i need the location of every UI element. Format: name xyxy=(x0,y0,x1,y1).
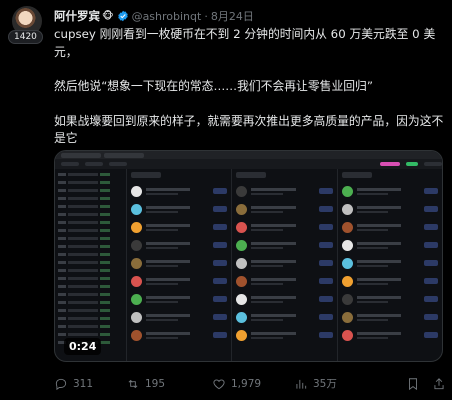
like-button[interactable]: 1,979 xyxy=(212,377,294,391)
tweet-paragraph-1: cupsey 刚刚看到一枚硬币在不到 2 分钟的时间内从 60 万美元跌至 0 … xyxy=(54,27,436,59)
video-list-row xyxy=(58,300,123,305)
tweet-header: 阿什罗宾 🐵 @ashrobinqt · 8月24日 xyxy=(54,8,254,24)
video-app-bar xyxy=(55,159,442,169)
video-feed-item xyxy=(236,328,333,342)
video-feed-column-3 xyxy=(338,169,442,361)
video-list-row xyxy=(58,172,123,177)
video-feed-item xyxy=(131,310,228,324)
video-list-row xyxy=(58,308,123,313)
like-count: 1,979 xyxy=(231,377,262,390)
video-feed-column-2 xyxy=(232,169,338,361)
video-browser-bar xyxy=(55,151,442,159)
tweet-paragraph-3: 如果战壕要回到原来的样子，就需要再次推出更多高质量的产品，因为这不是它 xyxy=(54,113,444,146)
video-feed-item xyxy=(236,220,333,234)
video-list-row xyxy=(58,284,123,289)
share-button[interactable] xyxy=(432,377,446,391)
verified-icon xyxy=(117,10,128,22)
video-list-row xyxy=(58,228,123,233)
view-count: 35万 xyxy=(313,378,337,390)
video-feed-item xyxy=(341,238,438,252)
video-list-row xyxy=(58,260,123,265)
video-feed-item xyxy=(236,256,333,270)
video-feed-item xyxy=(341,274,438,288)
video-feed-item xyxy=(131,220,228,234)
timestamp[interactable]: 8月24日 xyxy=(211,8,254,24)
share-icon xyxy=(434,377,444,389)
video-feed-item xyxy=(341,328,438,342)
video-list-column xyxy=(55,169,127,361)
video-feed-item xyxy=(131,184,228,198)
video-feed-item xyxy=(131,256,228,270)
video-list-row xyxy=(58,196,123,201)
video-feed-item xyxy=(341,220,438,234)
reply-count: 311 xyxy=(73,377,94,390)
video-feed-item xyxy=(131,238,228,252)
video-feed-item xyxy=(131,328,228,342)
video-feed-item xyxy=(236,184,333,198)
video-list-row xyxy=(58,292,123,297)
video-feed-item xyxy=(341,202,438,216)
video-list-row xyxy=(58,212,123,217)
views-icon xyxy=(296,379,307,389)
video-feed-item xyxy=(341,292,438,306)
video-list-row xyxy=(58,324,123,329)
video-frame xyxy=(55,169,442,361)
retweet-count: 195 xyxy=(145,377,166,390)
video-feed-item xyxy=(341,310,438,324)
video-player[interactable]: 0:24 xyxy=(54,150,443,362)
monkey-emoji-icon: 🐵 xyxy=(102,10,114,22)
separator-dot: · xyxy=(204,9,208,23)
video-feed-item xyxy=(236,274,333,288)
tweet-paragraph-2: 然后他说“想象一下现在的常态……我们不会再让零售业回归” xyxy=(54,79,373,93)
video-list-row xyxy=(58,316,123,321)
handle[interactable]: @ashrobinqt xyxy=(132,10,202,23)
video-duration: 0:24 xyxy=(64,338,102,355)
video-feed-item xyxy=(341,184,438,198)
video-list-row xyxy=(58,252,123,257)
video-feed-item xyxy=(236,310,333,324)
video-feed-item xyxy=(131,274,228,288)
right-actions xyxy=(406,377,446,391)
video-feed-item xyxy=(131,202,228,216)
tweet-text: cupsey 刚刚看到一枚硬币在不到 2 分钟的时间内从 60 万美元跌至 0 … xyxy=(54,26,444,165)
video-list-row xyxy=(58,236,123,241)
video-list-row xyxy=(58,188,123,193)
video-feed-item xyxy=(236,292,333,306)
video-list-row xyxy=(58,220,123,225)
video-list-row xyxy=(58,244,123,249)
avatar-wrap[interactable]: 1420 xyxy=(8,4,46,44)
views-button[interactable]: 35万 xyxy=(294,376,376,391)
video-feed-item xyxy=(131,292,228,306)
video-list-row xyxy=(58,204,123,209)
video-feed-column-1 xyxy=(127,169,233,361)
reply-button[interactable]: 311 xyxy=(54,377,126,391)
video-list-row xyxy=(58,268,123,273)
video-feed-item xyxy=(236,238,333,252)
bookmark-button[interactable] xyxy=(406,377,420,391)
action-bar: 311 195 1,979 35万 xyxy=(54,376,446,391)
display-name[interactable]: 阿什罗宾 xyxy=(54,8,100,24)
like-icon xyxy=(213,378,225,389)
video-list-row xyxy=(58,332,123,337)
video-feed-item xyxy=(341,256,438,270)
video-list-row xyxy=(58,180,123,185)
retweet-icon xyxy=(128,379,138,388)
retweet-button[interactable]: 195 xyxy=(126,377,212,391)
video-feed-item xyxy=(236,202,333,216)
video-list-row xyxy=(58,276,123,281)
reply-icon xyxy=(55,378,67,390)
bookmark-icon xyxy=(409,377,417,390)
avatar-badge-count: 1420 xyxy=(8,30,43,44)
